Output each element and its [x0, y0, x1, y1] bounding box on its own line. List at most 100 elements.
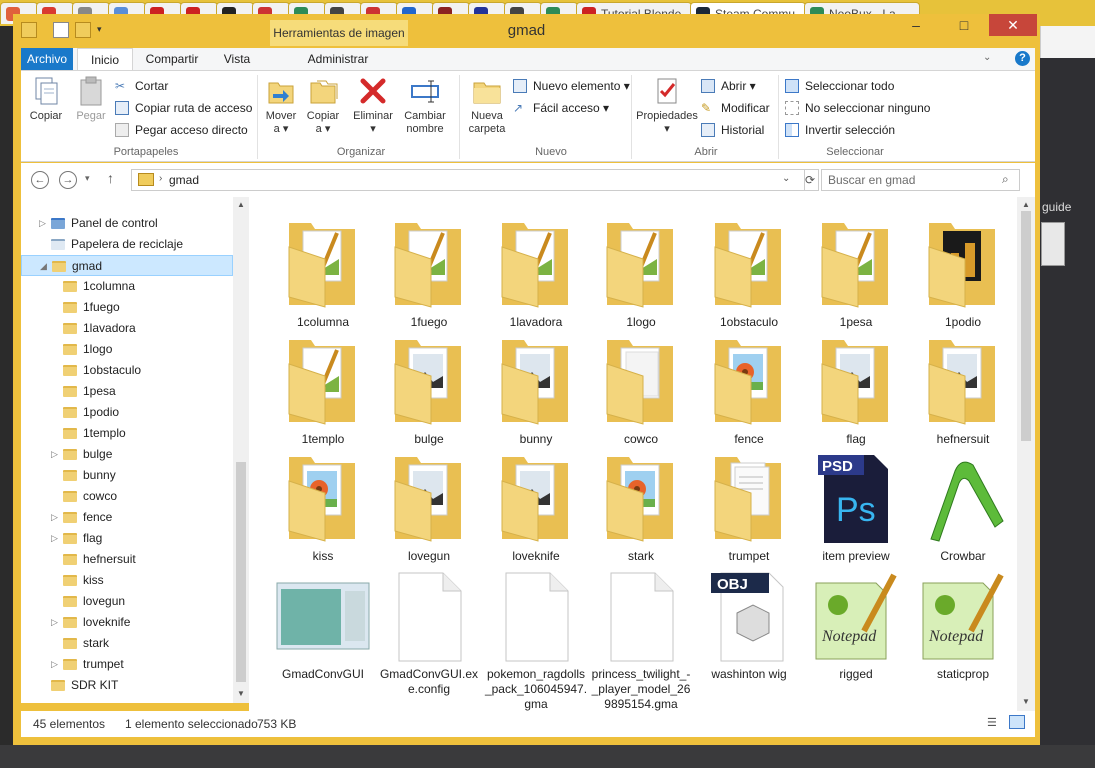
invert-selection-button[interactable]: Invertir selección — [785, 121, 895, 139]
file-item[interactable]: 1lavadora — [484, 217, 588, 330]
nav-tree-item[interactable]: cowco — [21, 486, 233, 507]
nav-tree-item[interactable]: 1obstaculo — [21, 360, 233, 381]
nav-tree-item[interactable]: ▷ loveknife — [21, 612, 233, 633]
breadcrumb[interactable]: gmad — [169, 173, 199, 187]
file-item[interactable]: lovegun — [377, 451, 481, 564]
edit-button[interactable]: ✎ Modificar — [701, 99, 770, 117]
expand-arrow-icon[interactable]: ▷ — [51, 528, 58, 549]
nav-tree-item[interactable]: 1logo — [21, 339, 233, 360]
paste-shortcut-button[interactable]: Pegar acceso directo — [115, 121, 248, 139]
properties-button[interactable]: Propiedades ▾ — [635, 75, 699, 136]
file-item[interactable]: 1podio — [911, 217, 1015, 330]
easy-access-button[interactable]: ↗ Fácil acceso ▾ — [513, 99, 609, 117]
forward-button[interactable]: → — [59, 171, 77, 189]
copy-button[interactable]: Copiar — [25, 75, 67, 123]
nav-tree-item[interactable]: kiss — [21, 570, 233, 591]
file-item[interactable]: bunny — [484, 334, 588, 447]
file-item[interactable]: pokemon_ragdolls_pack_106045947.gma — [484, 569, 588, 711]
file-item[interactable]: 1templo — [271, 334, 375, 447]
nav-tree-item[interactable]: hefnersuit — [21, 549, 233, 570]
file-item[interactable]: stark — [589, 451, 693, 564]
search-icon[interactable]: ⌕ — [1002, 172, 1009, 187]
search-input[interactable]: Buscar en gmad — [828, 173, 915, 187]
file-item[interactable]: GmadConvGUI — [271, 569, 375, 682]
scroll-down-icon[interactable]: ▼ — [237, 689, 245, 698]
file-item[interactable]: Notepad staticprop — [911, 569, 1015, 682]
file-item[interactable]: loveknife — [484, 451, 588, 564]
file-item[interactable]: OBJ washinton wig — [697, 569, 801, 682]
nav-tree-item[interactable]: lovegun — [21, 591, 233, 612]
tab-vista[interactable]: Vista — [215, 48, 259, 70]
file-item[interactable]: trumpet — [697, 451, 801, 564]
nav-tree-item[interactable]: ▷ fence — [21, 507, 233, 528]
move-to-button[interactable]: Mover a ▾ — [263, 75, 299, 136]
file-item[interactable]: 1fuego — [377, 217, 481, 330]
expand-arrow-icon[interactable]: ▷ — [51, 444, 58, 465]
help-icon[interactable]: ? — [1015, 51, 1030, 66]
nav-tree-item[interactable]: stark — [21, 633, 233, 654]
collapse-arrow-icon[interactable]: ◢ — [40, 256, 47, 277]
nav-tree-item[interactable]: 1lavadora — [21, 318, 233, 339]
file-item[interactable]: flag — [804, 334, 908, 447]
nav-tree-item[interactable]: Papelera de reciclaje — [21, 234, 233, 255]
cut-button[interactable]: ✂ Cortar — [115, 77, 168, 95]
scroll-up-icon[interactable]: ▲ — [237, 200, 245, 209]
file-item[interactable]: 1obstaculo — [697, 217, 801, 330]
file-item[interactable]: 1pesa — [804, 217, 908, 330]
file-item[interactable]: hefnersuit — [911, 334, 1015, 447]
nav-tree-item[interactable]: 1columna — [21, 276, 233, 297]
file-item[interactable]: kiss — [271, 451, 375, 564]
refresh-icon[interactable]: ⟳ — [805, 169, 819, 191]
search-box[interactable]: Buscar en gmad ⌕ — [821, 169, 1020, 191]
tab-archivo[interactable]: Archivo — [21, 48, 73, 70]
file-item[interactable]: PSD Ps item preview — [804, 451, 908, 564]
expand-arrow-icon[interactable]: ▷ — [39, 213, 46, 234]
expand-arrow-icon[interactable]: ▷ — [51, 612, 58, 633]
rename-button[interactable]: Cambiar nombre — [401, 75, 449, 136]
title-bar[interactable]: ▾ Herramientas de imagen gmad – □ ✕ — [13, 14, 1040, 46]
tab-administrar[interactable]: Administrar — [283, 48, 393, 70]
nav-scrollbar[interactable]: ▲ ▼ — [233, 197, 249, 703]
copy-path-button[interactable]: Copiar ruta de acceso — [115, 99, 252, 117]
file-item[interactable]: 1logo — [589, 217, 693, 330]
new-folder-button[interactable]: Nueva carpeta — [465, 75, 509, 136]
content-scrollbar[interactable]: ▲ ▼ — [1017, 197, 1035, 711]
scroll-down-icon[interactable]: ▼ — [1022, 697, 1030, 706]
scroll-up-icon[interactable]: ▲ — [1022, 200, 1030, 209]
paste-button[interactable]: Pegar — [71, 75, 111, 123]
new-item-button[interactable]: Nuevo elemento ▾ — [513, 77, 630, 95]
nav-tree-item[interactable]: bunny — [21, 465, 233, 486]
delete-button[interactable]: Eliminar ▾ — [351, 75, 395, 136]
back-button[interactable]: ← — [31, 171, 49, 189]
nav-tree-item[interactable]: 1templo — [21, 423, 233, 444]
file-item[interactable]: GmadConvGUI.exe.config — [377, 569, 481, 697]
scrollbar-thumb[interactable] — [236, 462, 246, 682]
large-icons-view-icon[interactable] — [1009, 715, 1025, 729]
expand-arrow-icon[interactable]: ▷ — [51, 507, 58, 528]
maximize-button[interactable]: □ — [941, 14, 987, 36]
nav-tree-item[interactable]: ◢ gmad — [21, 255, 233, 276]
nav-tree-item[interactable]: 1podio — [21, 402, 233, 423]
select-all-button[interactable]: Seleccionar todo — [785, 77, 894, 95]
file-item[interactable]: Notepad rigged — [804, 569, 908, 682]
file-item[interactable]: bulge — [377, 334, 481, 447]
tab-compartir[interactable]: Compartir — [139, 48, 205, 70]
select-none-button[interactable]: No seleccionar ninguno — [785, 99, 930, 117]
file-item[interactable]: 1columna — [271, 217, 375, 330]
nav-tree-item[interactable]: 1fuego — [21, 297, 233, 318]
breadcrumb-chevron-icon[interactable]: › — [159, 173, 162, 184]
expand-ribbon-icon[interactable]: ⌄ — [983, 52, 991, 63]
expand-arrow-icon[interactable]: ▷ — [51, 654, 58, 675]
history-button[interactable]: Historial — [701, 121, 764, 139]
minimize-button[interactable]: – — [893, 14, 939, 36]
scrollbar-thumb[interactable] — [1021, 211, 1031, 441]
tab-inicio[interactable]: Inicio — [77, 48, 133, 70]
nav-tree-item[interactable]: 1pesa — [21, 381, 233, 402]
file-item[interactable]: fence — [697, 334, 801, 447]
address-bar[interactable]: › gmad ⌄ — [131, 169, 805, 191]
nav-tree-item[interactable]: ▷ flag — [21, 528, 233, 549]
file-item[interactable]: princess_twilight_-_player_model_2698951… — [589, 569, 693, 711]
nav-tree-item[interactable]: SDR KIT — [21, 675, 233, 696]
close-button[interactable]: ✕ — [989, 14, 1037, 36]
nav-tree-item[interactable]: ▷ trumpet — [21, 654, 233, 675]
